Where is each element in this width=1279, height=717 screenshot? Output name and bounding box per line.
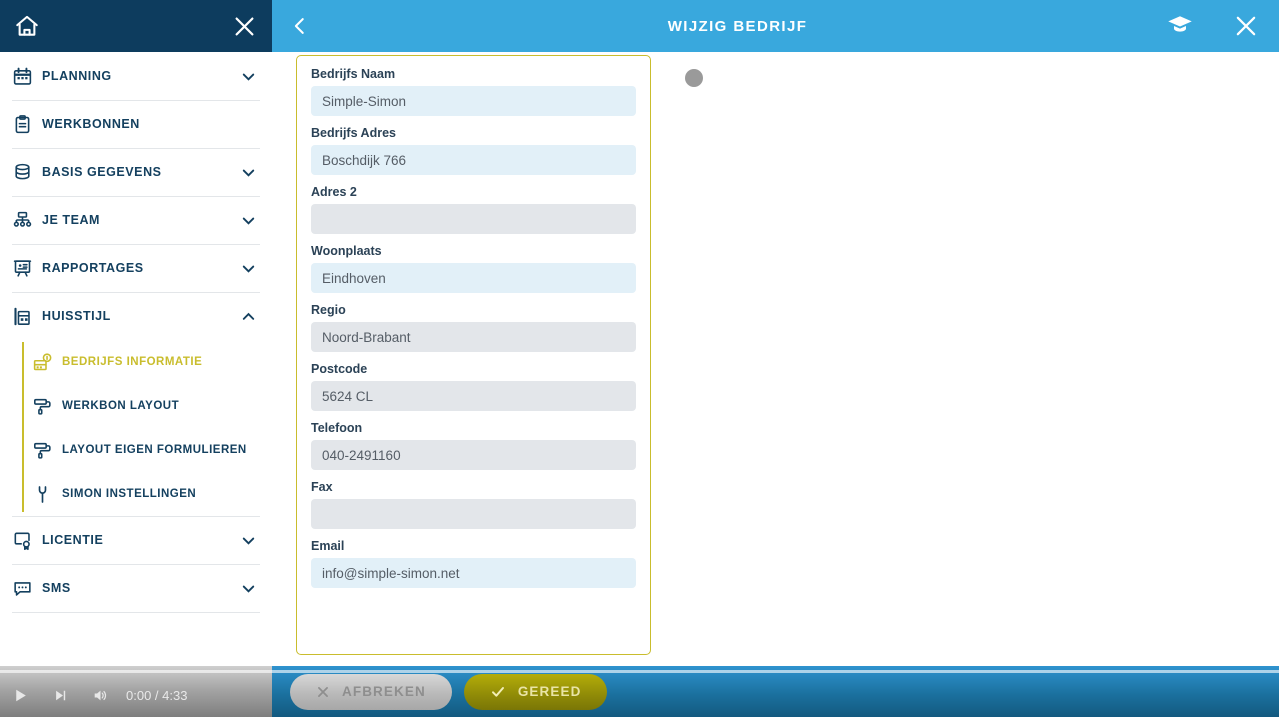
volume-button[interactable]	[80, 680, 120, 710]
chevron-down-icon[interactable]	[236, 163, 258, 182]
field-label: Bedrijfs Naam	[311, 67, 396, 81]
telefoon-input[interactable]: 040-2491160	[311, 440, 636, 470]
sidebar-item-rapportages[interactable]: RAPPORTAGES	[0, 244, 272, 292]
player-right-panel	[272, 666, 1279, 717]
sidebar-item-label: JE TEAM	[42, 213, 101, 227]
org-chart-icon	[12, 210, 42, 231]
field-label: Bedrijfs Adres	[311, 126, 396, 140]
license-icon	[12, 530, 42, 551]
sidebar-item-simon-instellingen[interactable]: SIMON INSTELLINGEN	[22, 472, 272, 516]
sidebar-item-licentie[interactable]: LICENTIE	[0, 516, 272, 564]
presentation-icon	[12, 258, 42, 279]
home-icon[interactable]	[14, 13, 40, 39]
sidebar-item-label: BEDRIJFS INFORMATIE	[62, 356, 203, 368]
field-label: Telefoon	[311, 421, 363, 435]
sidebar-item-layout-eigen-formulieren[interactable]: LAYOUT EIGEN FORMULIEREN	[22, 428, 272, 472]
close-button[interactable]	[1213, 12, 1279, 40]
sidebar-item-label: SIMON INSTELLINGEN	[62, 488, 197, 500]
woonplaats-input[interactable]: Eindhoven	[311, 263, 636, 293]
video-progress-bar[interactable]	[0, 670, 1279, 673]
field-label: Woonplaats	[311, 244, 382, 258]
form-field-email: Email info@simple-simon.net	[311, 539, 636, 588]
sidebar-submenu-huisstijl: BEDRIJFS INFORMATIE WERKBON LAYOUT LAYOU…	[0, 340, 272, 516]
sidebar-item-planning[interactable]: PLANNING	[0, 52, 272, 100]
sidebar-item-bedrijfs-informatie[interactable]: BEDRIJFS INFORMATIE	[22, 340, 272, 384]
sidebar-item-label: WERKBONNEN	[42, 117, 140, 131]
form-field-telefoon: Telefoon 040-2491160	[311, 421, 636, 470]
sidebar-item-label: WERKBON LAYOUT	[62, 400, 180, 412]
field-label: Regio	[311, 303, 346, 317]
field-label: Postcode	[311, 362, 368, 376]
wrench-icon	[32, 484, 62, 505]
bedrijfs-adres-input[interactable]: Boschdijk 766	[311, 145, 636, 175]
cursor-indicator	[685, 69, 703, 87]
sidebar-close-icon[interactable]	[231, 13, 258, 40]
postcode-input[interactable]: 5624 CL	[311, 381, 636, 411]
page-header: WIJZIG BEDRIJF	[272, 0, 1279, 52]
video-player-controls: 0:00 / 4:33	[0, 666, 1279, 717]
fax-input[interactable]	[311, 499, 636, 529]
main-content: Bedrijfs Naam Simple-Simon Bedrijfs Adre…	[272, 52, 1279, 666]
help-button[interactable]	[1147, 11, 1213, 41]
calendar-icon	[12, 66, 42, 87]
adres-2-input[interactable]	[311, 204, 636, 234]
sidebar-item-sms[interactable]: SMS	[0, 564, 272, 612]
company-info-form: Bedrijfs Naam Simple-Simon Bedrijfs Adre…	[296, 55, 651, 655]
sidebar-item-label: HUISSTIJL	[42, 309, 111, 323]
sidebar: PLANNING WERKBONNEN BASIS GEGEVENS JE TE…	[0, 0, 272, 717]
chevron-down-icon[interactable]	[236, 67, 258, 86]
form-field-postcode: Postcode 5624 CL	[311, 362, 636, 411]
sidebar-item-werkbonnen[interactable]: WERKBONNEN	[0, 100, 272, 148]
sidebar-item-werkbon-layout[interactable]: WERKBON LAYOUT	[22, 384, 272, 428]
close-icon	[1232, 12, 1260, 40]
email-input[interactable]: info@simple-simon.net	[311, 558, 636, 588]
sidebar-item-label: LAYOUT EIGEN FORMULIEREN	[62, 444, 247, 456]
regio-input[interactable]: Noord-Brabant	[311, 322, 636, 352]
sidebar-item-label: LICENTIE	[42, 533, 104, 547]
paint-roller-icon	[32, 440, 62, 461]
field-label: Email	[311, 539, 345, 553]
graduation-cap-icon	[1165, 11, 1195, 41]
database-icon	[12, 162, 42, 183]
field-label: Fax	[311, 480, 333, 494]
sidebar-header	[0, 0, 272, 52]
form-field-woonplaats: Woonplaats Eindhoven	[311, 244, 636, 293]
sidebar-item-label: PLANNING	[42, 69, 112, 83]
sms-icon	[12, 578, 42, 599]
paint-roller-icon	[32, 396, 62, 417]
form-field-bedrijfs-adres: Bedrijfs Adres Boschdijk 766	[311, 126, 636, 175]
back-button[interactable]	[272, 15, 328, 37]
building-icon	[12, 306, 42, 327]
sidebar-nav: PLANNING WERKBONNEN BASIS GEGEVENS JE TE…	[0, 52, 272, 717]
player-left-controls: 0:00 / 4:33	[0, 680, 187, 710]
form-field-adres-2: Adres 2	[311, 185, 636, 234]
chevron-down-icon[interactable]	[236, 579, 258, 598]
building-info-icon	[32, 352, 62, 373]
form-field-regio: Regio Noord-Brabant	[311, 303, 636, 352]
page-title: WIJZIG BEDRIJF	[667, 17, 808, 35]
chevron-down-icon[interactable]	[236, 531, 258, 550]
play-button[interactable]	[0, 680, 40, 710]
chevron-up-icon[interactable]	[236, 307, 258, 326]
sidebar-item-huisstijl[interactable]: HUISSTIJL	[0, 292, 272, 340]
sidebar-item-label: BASIS GEGEVENS	[42, 165, 162, 179]
chevron-left-icon	[289, 15, 311, 37]
chevron-down-icon[interactable]	[236, 259, 258, 278]
sidebar-item-label: RAPPORTAGES	[42, 261, 144, 275]
sidebar-item-label: SMS	[42, 581, 71, 595]
form-field-bedrijfs-naam: Bedrijfs Naam Simple-Simon	[311, 67, 636, 116]
chevron-down-icon[interactable]	[236, 211, 258, 230]
sidebar-item-je-team[interactable]: JE TEAM	[0, 196, 272, 244]
app-root: PLANNING WERKBONNEN BASIS GEGEVENS JE TE…	[0, 0, 1279, 717]
bedrijfs-naam-input[interactable]: Simple-Simon	[311, 86, 636, 116]
form-field-fax: Fax	[311, 480, 636, 529]
field-label: Adres 2	[311, 185, 357, 199]
sidebar-item-basis-gegevens[interactable]: BASIS GEGEVENS	[0, 148, 272, 196]
video-time-label: 0:00 / 4:33	[126, 687, 188, 703]
divider	[12, 612, 260, 613]
next-button[interactable]	[40, 680, 80, 710]
clipboard-icon	[12, 114, 42, 135]
